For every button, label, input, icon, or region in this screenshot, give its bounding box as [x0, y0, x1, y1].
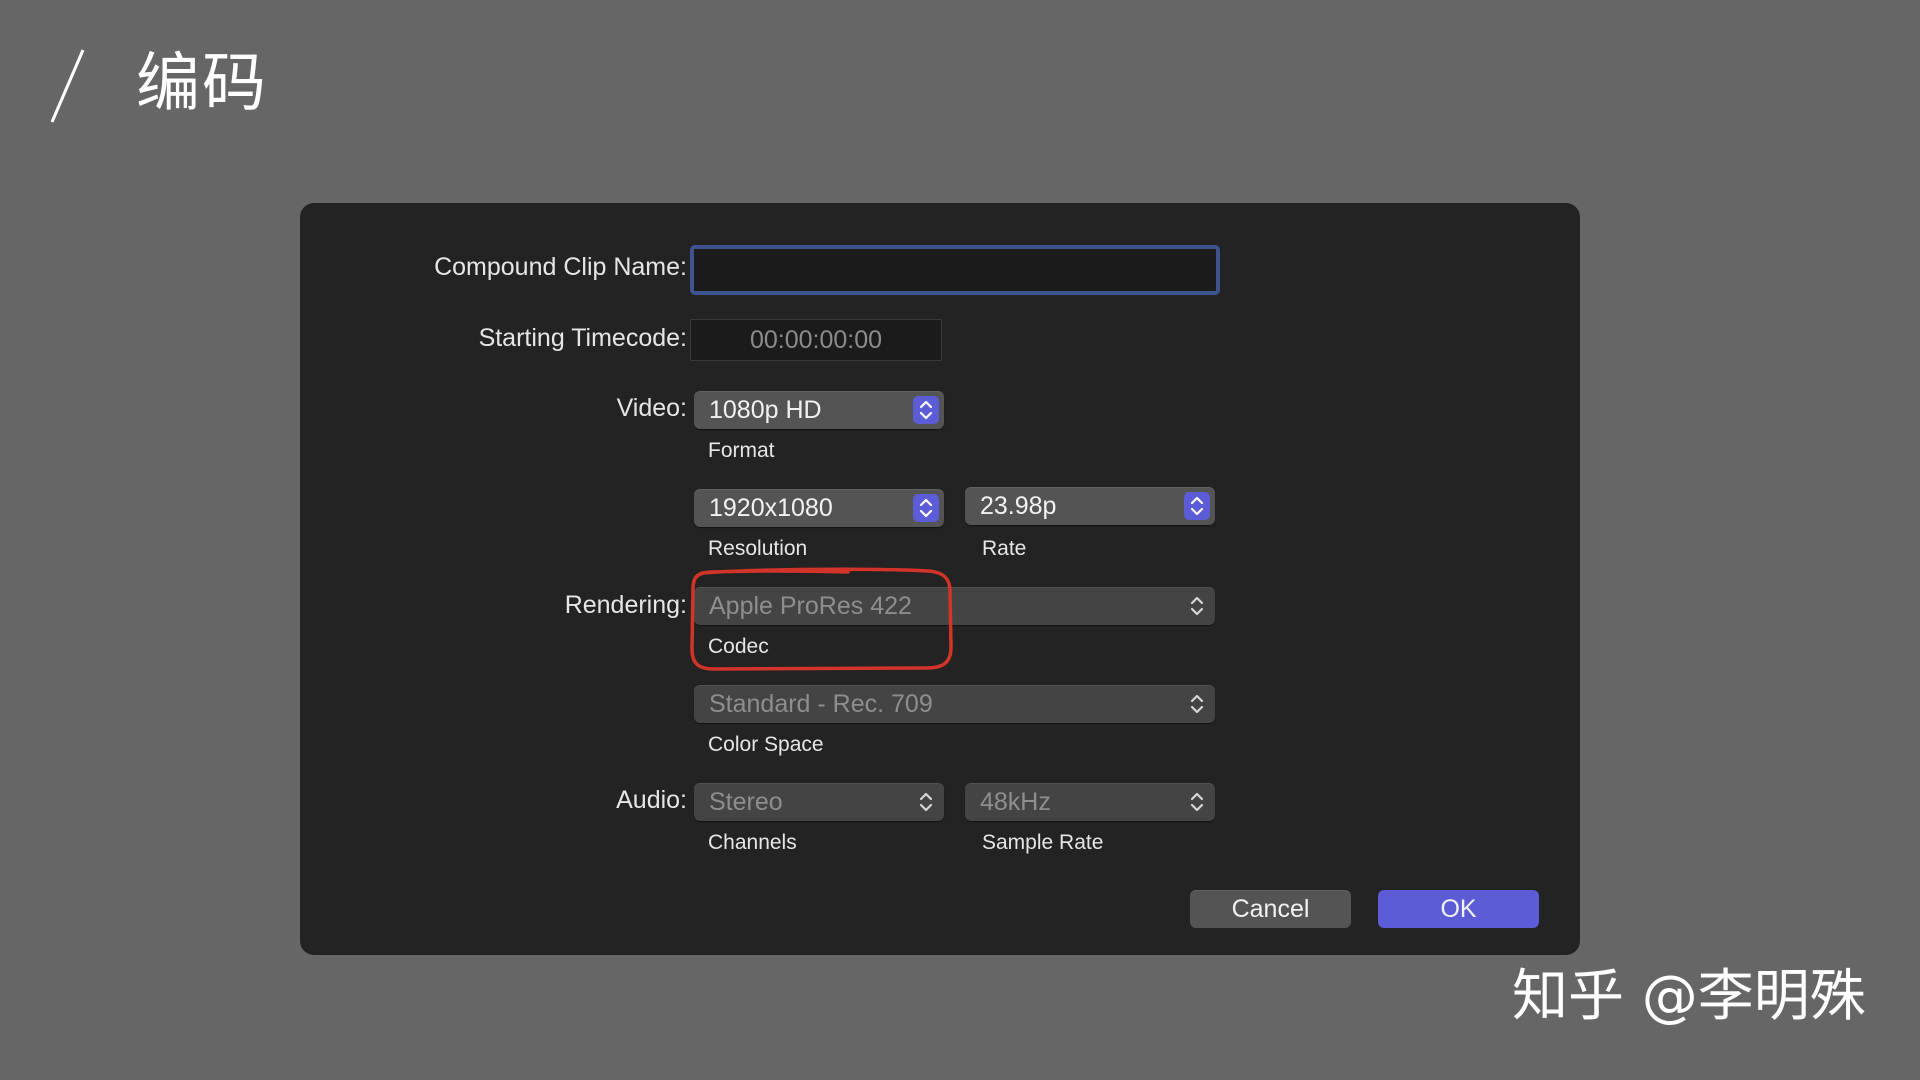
up-down-chevron-icon	[916, 788, 936, 816]
up-down-chevron-icon	[913, 396, 939, 424]
slash-decoration	[50, 49, 85, 123]
format-caption: Format	[708, 439, 775, 462]
rate-caption: Rate	[982, 537, 1027, 560]
watermark: 知乎 @李明殊	[1512, 964, 1866, 1029]
sample-rate-value: 48kHz	[980, 788, 1051, 816]
starting-timecode-field[interactable]: 00:00:00:00	[690, 319, 942, 361]
up-down-chevron-icon	[1184, 492, 1210, 520]
rate-popup[interactable]: 23.98p	[965, 487, 1215, 525]
slide-title: 编码	[136, 47, 268, 121]
resolution-popup[interactable]: 1920x1080	[694, 489, 944, 527]
codec-highlight-annotation	[690, 567, 953, 671]
compound-clip-name-input[interactable]	[694, 249, 1216, 291]
channels-popup[interactable]: Stereo	[694, 783, 944, 821]
cancel-button[interactable]: Cancel	[1190, 890, 1351, 928]
up-down-chevron-icon	[1187, 690, 1207, 718]
rendering-label: Rendering:	[564, 591, 687, 619]
compound-clip-name-label: Compound Clip Name:	[434, 253, 687, 281]
channels-caption: Channels	[708, 831, 797, 854]
sample-rate-popup[interactable]: 48kHz	[965, 783, 1215, 821]
up-down-chevron-icon	[1187, 788, 1207, 816]
up-down-chevron-icon	[1187, 592, 1207, 620]
rate-value: 23.98p	[980, 492, 1057, 520]
format-value: 1080p HD	[709, 396, 822, 424]
ok-button[interactable]: OK	[1378, 890, 1539, 928]
audio-label: Audio:	[616, 786, 687, 814]
video-label: Video:	[616, 394, 687, 422]
format-popup[interactable]: 1080p HD	[694, 391, 944, 429]
channels-value: Stereo	[709, 788, 783, 816]
resolution-caption: Resolution	[708, 537, 808, 560]
color-space-caption: Color Space	[708, 733, 824, 756]
color-space-popup[interactable]: Standard - Rec. 709	[694, 685, 1215, 723]
starting-timecode-label: Starting Timecode:	[478, 324, 687, 352]
up-down-chevron-icon	[913, 494, 939, 522]
color-space-value: Standard - Rec. 709	[709, 690, 933, 718]
resolution-value: 1920x1080	[709, 494, 833, 522]
compound-clip-name-field[interactable]	[690, 245, 1220, 295]
sample-rate-caption: Sample Rate	[982, 831, 1104, 854]
